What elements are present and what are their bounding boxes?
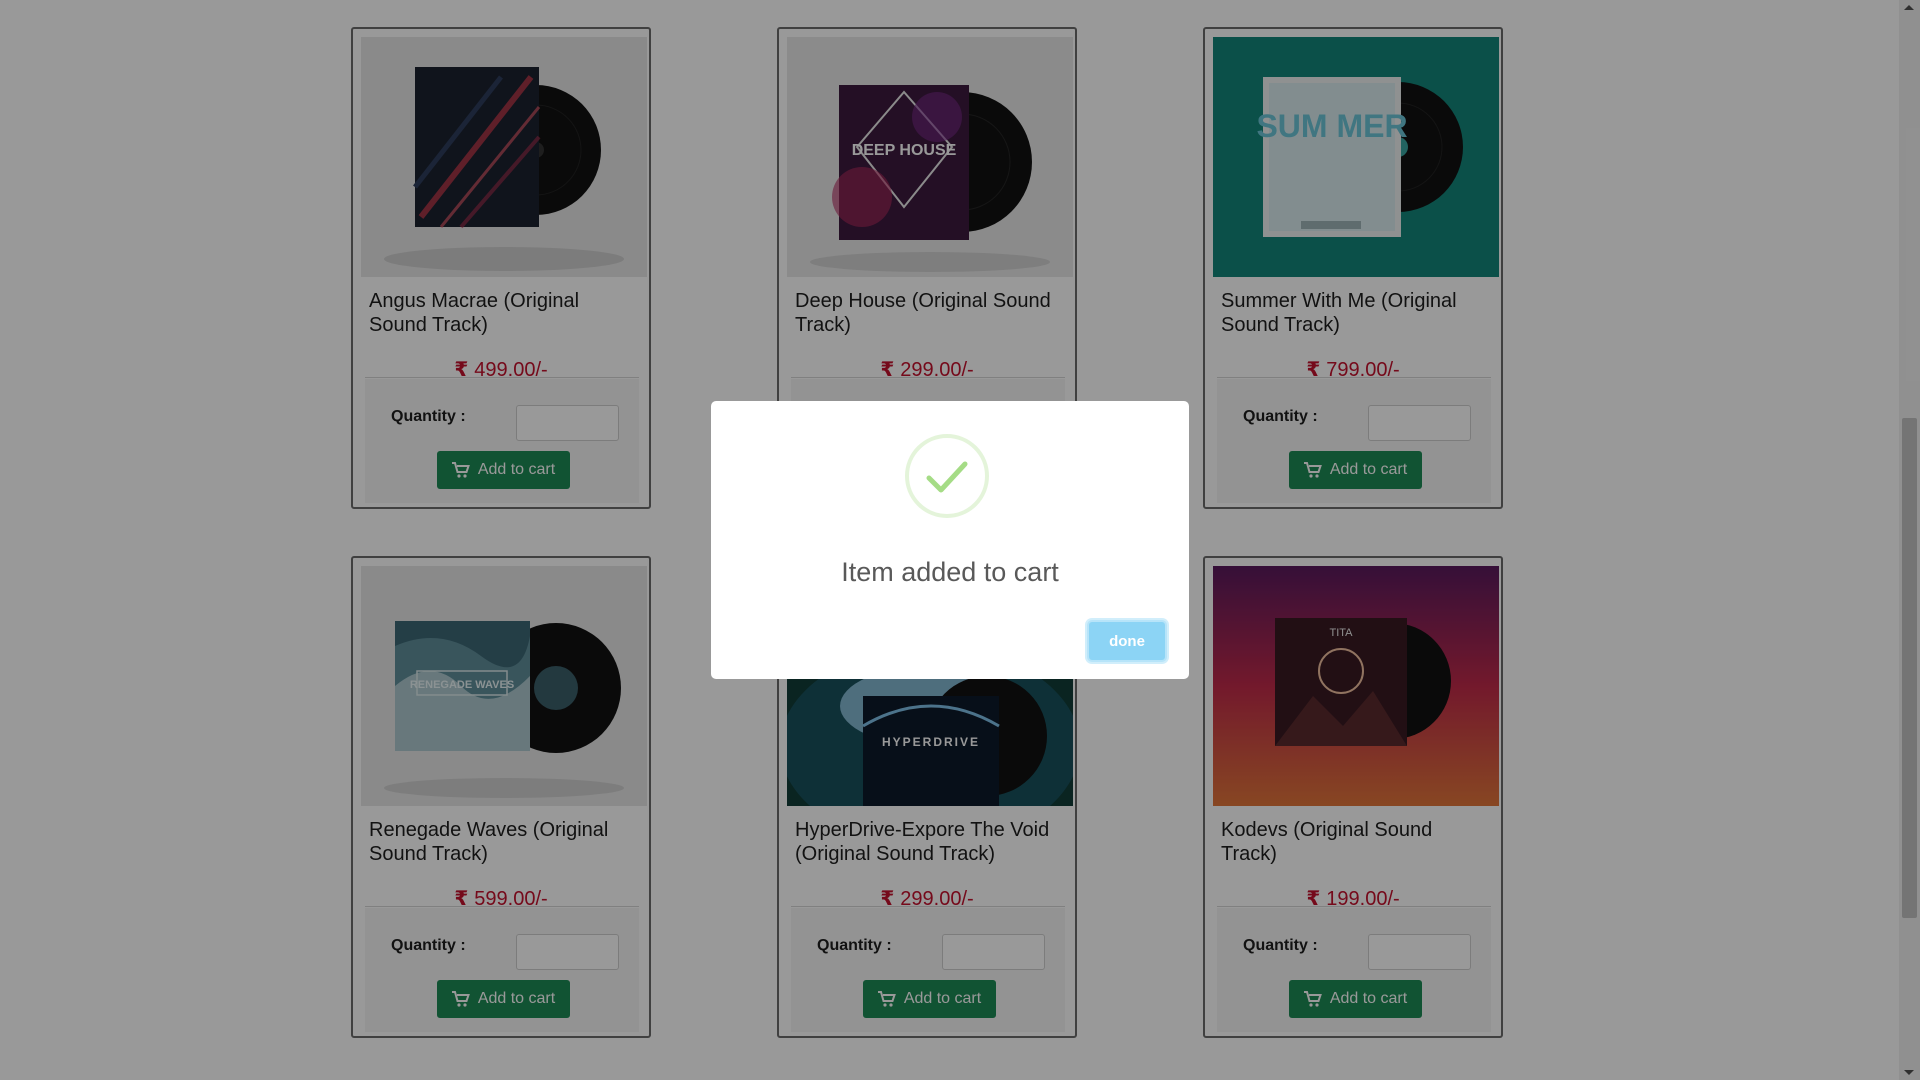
- dialog-message: Item added to cart: [841, 557, 1059, 587]
- success-check-icon: [905, 434, 989, 518]
- success-dialog: Item added to cart done: [711, 401, 1189, 679]
- done-button[interactable]: done: [1087, 620, 1167, 662]
